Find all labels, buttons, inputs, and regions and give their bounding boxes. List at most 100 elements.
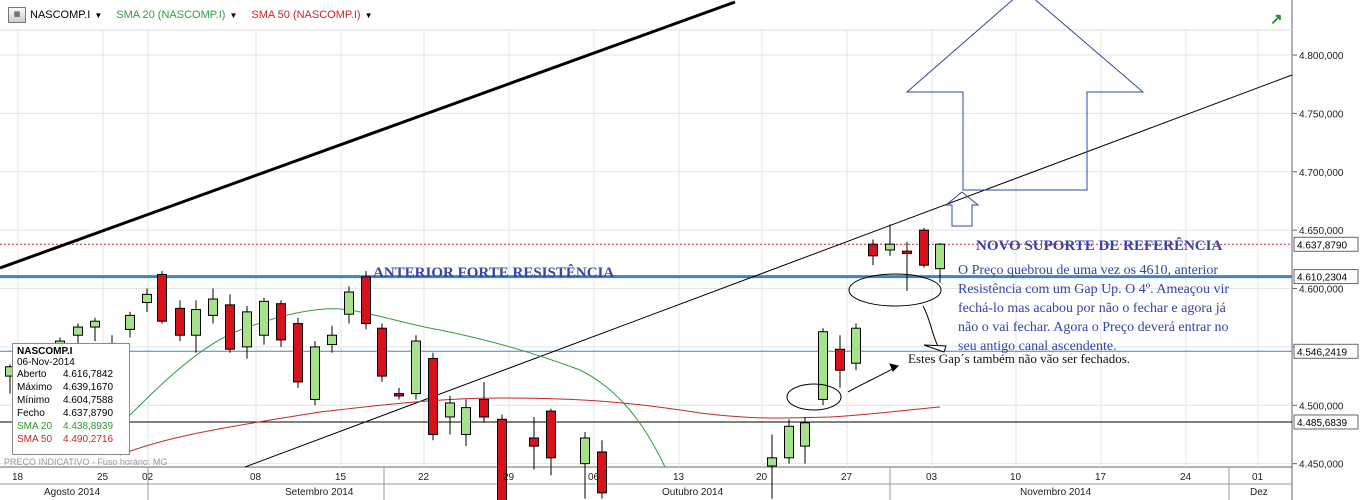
candle-body: [868, 243, 878, 257]
plot-area: [0, 0, 1292, 467]
x-tick-label: 20: [756, 472, 768, 483]
sma50-selector[interactable]: SMA 50 (NASCOMP.I) ▼: [251, 9, 372, 21]
candle-body: [919, 229, 929, 266]
candle-down: [361, 271, 371, 330]
candle-body: [546, 410, 556, 459]
price-label: 4.610,2304: [1297, 273, 1347, 284]
trend-up-icon[interactable]: ↗: [1270, 10, 1283, 28]
price-label: 4.546,2419: [1297, 347, 1347, 358]
info-row: Mínimo 4.604,7588: [17, 394, 125, 407]
y-tick-label: 4.800,000: [1299, 51, 1344, 62]
x-tick-label: 18: [12, 472, 24, 483]
indicative-price-note: PREÇO INDICATIVO - Fuso horário: MG: [4, 457, 168, 467]
x-tick-label: 22: [418, 472, 430, 483]
info-date: 06-Nov-2014: [17, 357, 75, 368]
info-key: Aberto: [17, 369, 47, 380]
y-tick-label: 4.700,000: [1299, 168, 1344, 179]
candle-body: [461, 407, 471, 435]
info-row: Fecho 4.637,8790: [17, 407, 125, 420]
candle-body: [90, 320, 100, 328]
candle-body: [175, 307, 185, 336]
chart-app-icon: ▦: [8, 7, 26, 23]
x-tick-label: 24: [1180, 472, 1192, 483]
x-tick-label: 25: [97, 472, 109, 483]
candle-body: [208, 298, 218, 316]
gaps-note: Estes Gap´s também não vão ser fechados.: [908, 351, 1131, 366]
candle-up: [784, 419, 794, 464]
candle-up: [310, 341, 320, 406]
info-row: SMA 20 4.438,8939: [17, 420, 125, 433]
candle-body: [529, 437, 539, 447]
y-tick-label: 4.450,000: [1299, 460, 1344, 471]
x-tick-label: 17: [1095, 472, 1107, 483]
candle-body: [497, 418, 507, 500]
candle-body: [479, 398, 489, 418]
info-row: Aberto 4.616,7842: [17, 368, 125, 381]
candle-body: [157, 274, 167, 322]
info-value: 4.616,7842: [63, 369, 114, 380]
info-value: 4.639,1670: [63, 382, 114, 393]
symbol-label: NASCOMP.I: [30, 9, 91, 21]
info-value: 4.604,7588: [63, 395, 114, 406]
info-key: SMA 50: [17, 434, 53, 445]
candle-down: [919, 227, 929, 268]
sma50-label: SMA 50 (NASCOMP.I): [251, 9, 361, 21]
candle-down: [276, 300, 286, 347]
candle-body: [580, 437, 590, 465]
info-row: Máximo 4.639,1670: [17, 381, 125, 394]
candle-body: [411, 340, 421, 395]
candle-up: [411, 335, 421, 400]
candle-body: [361, 276, 371, 325]
candle-down: [428, 352, 438, 441]
info-value: 4.637,8790: [63, 408, 114, 419]
y-tick-label: 4.500,000: [1299, 401, 1344, 412]
y-tick-label: 4.750,000: [1299, 109, 1344, 120]
x-tick-label: 13: [673, 472, 685, 483]
info-key: Fecho: [17, 408, 45, 419]
x-tick-label: 08: [250, 472, 262, 483]
x-tick-label: 03: [926, 472, 938, 483]
month-label: Novembro 2014: [1020, 487, 1092, 498]
candle-body: [293, 323, 303, 383]
sma20-label: SMA 20 (NASCOMP.I): [116, 9, 226, 21]
candle-body: [935, 243, 945, 270]
info-key: Mínimo: [17, 395, 50, 406]
candle-body: [428, 358, 438, 435]
info-value: 4.438,8939: [63, 421, 114, 432]
month-label: Agosto 2014: [44, 487, 101, 498]
candle-body: [344, 291, 354, 315]
candle-body: [445, 402, 455, 418]
price-label: 4.485,6839: [1297, 418, 1347, 429]
candle-body: [73, 326, 83, 336]
candle-body: [800, 422, 810, 447]
candle-body: [835, 348, 845, 371]
info-value: 4.490,2716: [63, 434, 114, 445]
candle-body: [310, 346, 320, 400]
x-tick-label: 01: [1252, 472, 1264, 483]
candle-down: [497, 414, 507, 500]
month-label: Outubro 2014: [662, 487, 724, 498]
symbol-selector[interactable]: ▦ NASCOMP.I ▼: [8, 7, 102, 23]
candle-body: [885, 243, 895, 251]
info-row: SMA 50 4.490,2716: [17, 433, 125, 446]
chevron-down-icon: ▼: [94, 10, 103, 20]
candle-body: [851, 327, 861, 364]
chevron-down-icon: ▼: [229, 10, 238, 20]
chevron-down-icon: ▼: [364, 10, 373, 20]
paragraph-line: O Preço quebrou de uma vez os 4610, ante…: [958, 263, 1219, 278]
candle-body: [259, 300, 269, 336]
candle-down: [157, 271, 167, 324]
candle-up: [851, 323, 861, 371]
x-tick-label: 27: [841, 472, 853, 483]
candle-body: [225, 304, 235, 350]
candle-body: [767, 457, 777, 467]
analysis-paragraph: O Preço quebrou de uma vez os 4610, ante…: [958, 261, 1288, 356]
candle-down: [293, 317, 303, 388]
candle-body: [142, 293, 152, 304]
chart-toolbar: ▦ NASCOMP.I ▼ SMA 20 (NASCOMP.I) ▼ SMA 5…: [0, 0, 1292, 30]
month-label: Dez: [1250, 487, 1268, 498]
sma20-selector[interactable]: SMA 20 (NASCOMP.I) ▼: [116, 9, 237, 21]
candle-body: [125, 314, 135, 330]
candle-down: [377, 323, 387, 382]
info-key: SMA 20: [17, 421, 53, 432]
